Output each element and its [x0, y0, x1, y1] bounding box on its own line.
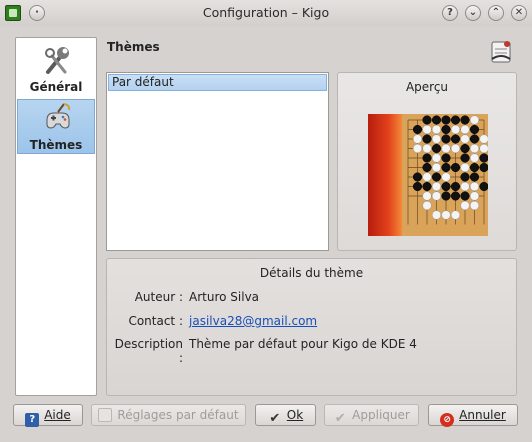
restore-defaults-icon	[98, 408, 113, 422]
close-button[interactable]: ✕	[511, 5, 527, 21]
theme-details-panel: Détails du thème Auteur : Arturo Silva C…	[106, 258, 517, 396]
defaults-button[interactable]: Réglages par défaut	[91, 404, 246, 426]
help-button[interactable]: ? Aide	[13, 404, 83, 427]
ok-button-label: Ok	[286, 408, 304, 422]
apply-button-label: Appliquer	[352, 408, 410, 422]
tools-icon	[45, 47, 69, 74]
page-title: Thèmes	[107, 40, 160, 54]
help-icon: ?	[25, 413, 40, 427]
cancel-button[interactable]: ⊘ Annuler	[428, 404, 518, 427]
contact-label: Contact :	[128, 314, 183, 328]
restore-defaults-icon[interactable]	[488, 39, 514, 65]
help-button-label: Aide	[44, 408, 71, 422]
cancel-button-label: Annuler	[459, 408, 506, 422]
help-window-button[interactable]: ?	[442, 5, 458, 21]
game-theme-icon	[46, 103, 71, 129]
checkmark-icon: ✔	[334, 411, 346, 426]
sidebar: Général Thèmes	[15, 37, 97, 396]
description-value: Thème par défaut pour Kigo de KDE 4	[189, 337, 417, 351]
minimize-button[interactable]: ⌄	[465, 5, 481, 21]
list-item[interactable]: Par défaut	[108, 74, 327, 91]
author-value: Arturo Silva	[189, 290, 260, 304]
theme-list[interactable]: Par défaut	[106, 72, 329, 251]
checkmark-icon: ✔	[269, 411, 281, 426]
preview-title: Aperçu	[405, 80, 449, 94]
sidebar-item-label: Thèmes	[29, 138, 83, 152]
ok-button[interactable]: ✔ Ok	[255, 404, 316, 426]
author-label: Auteur :	[134, 290, 183, 304]
theme-preview-image	[368, 114, 488, 236]
sidebar-item-general[interactable]: Général	[17, 42, 95, 97]
details-title: Détails du thème	[259, 266, 364, 280]
description-label: Description :	[114, 337, 183, 365]
sidebar-item-themes[interactable]: Thèmes	[17, 99, 95, 154]
contact-email-link[interactable]: jasilva28@gmail.com	[189, 314, 317, 328]
apply-button[interactable]: ✔ Appliquer	[324, 404, 419, 426]
cancel-icon: ⊘	[440, 413, 455, 427]
defaults-button-label: Réglages par défaut	[117, 408, 239, 422]
maximize-button[interactable]: ⌃	[488, 5, 504, 21]
sidebar-item-label: Général	[29, 80, 83, 94]
